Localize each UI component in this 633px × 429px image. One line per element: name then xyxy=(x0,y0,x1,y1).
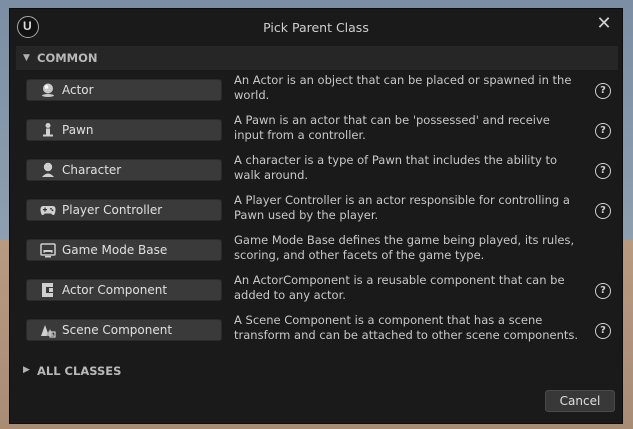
character-description: A character is a type of Pawn that inclu… xyxy=(234,153,557,182)
class-row-scene-component: Scene Component A Scene Component is a c… xyxy=(25,313,615,349)
section-header-label: ALL CLASSES xyxy=(37,364,122,378)
game-mode-base-description: Game Mode Base defines the game being pl… xyxy=(234,233,575,262)
game-mode-icon xyxy=(40,242,56,258)
chevron-right-icon: ▶ xyxy=(23,365,30,375)
pawn-icon xyxy=(40,122,56,138)
actor-description: An Actor is an object that can be placed… xyxy=(234,73,572,102)
actor-component-icon xyxy=(40,282,56,298)
help-icon[interactable]: ? xyxy=(595,323,611,339)
pawn-button-label: Pawn xyxy=(62,123,94,137)
class-row-player-controller: Player Controller A Player Controller is… xyxy=(25,193,615,229)
game-mode-base-button-label: Game Mode Base xyxy=(62,243,168,257)
help-icon[interactable]: ? xyxy=(595,163,611,179)
section-header-all-classes[interactable]: ▶ ALL CLASSES xyxy=(16,359,618,383)
class-row-character: Character A character is a type of Pawn … xyxy=(25,153,615,189)
character-button-label: Character xyxy=(62,163,122,177)
help-icon[interactable]: ? xyxy=(595,203,611,219)
dialog-titlebar[interactable]: U Pick Parent Class ✕ xyxy=(10,9,622,45)
player-controller-button[interactable]: Player Controller xyxy=(26,199,222,221)
pick-parent-class-dialog: U Pick Parent Class ✕ ▼ COMMON Actor An … xyxy=(9,8,623,424)
actor-component-description: An ActorComponent is a reusable componen… xyxy=(234,273,565,302)
character-button[interactable]: Character xyxy=(26,159,222,181)
class-row-game-mode-base: Game Mode Base Game Mode Base defines th… xyxy=(25,233,615,269)
chevron-down-icon: ▼ xyxy=(23,53,30,63)
cancel-button[interactable]: Cancel xyxy=(545,390,615,412)
player-controller-description: A Player Controller is an actor responsi… xyxy=(234,193,570,222)
actor-button-label: Actor xyxy=(62,83,94,97)
character-icon xyxy=(40,162,56,178)
close-icon[interactable]: ✕ xyxy=(592,12,616,36)
scene-component-icon xyxy=(40,322,56,338)
help-icon[interactable]: ? xyxy=(595,83,611,99)
actor-button[interactable]: Actor xyxy=(26,79,222,101)
scene-component-button[interactable]: Scene Component xyxy=(26,319,222,341)
help-icon[interactable]: ? xyxy=(595,283,611,299)
gamepad-icon xyxy=(40,202,56,218)
player-controller-button-label: Player Controller xyxy=(62,203,163,217)
actor-component-button-label: Actor Component xyxy=(62,283,168,297)
pawn-description: A Pawn is an actor that can be 'possesse… xyxy=(234,113,550,142)
scene-component-description: A Scene Component is a component that ha… xyxy=(234,313,579,342)
class-row-actor: Actor An Actor is an object that can be … xyxy=(25,73,615,109)
help-icon[interactable]: ? xyxy=(595,123,611,139)
game-mode-base-button[interactable]: Game Mode Base xyxy=(26,239,222,261)
scene-component-button-label: Scene Component xyxy=(62,323,173,337)
pawn-button[interactable]: Pawn xyxy=(26,119,222,141)
class-row-actor-component: Actor Component An ActorComponent is a r… xyxy=(25,273,615,309)
section-header-common[interactable]: ▼ COMMON xyxy=(16,46,618,70)
class-row-pawn: Pawn A Pawn is an actor that can be 'pos… xyxy=(25,113,615,149)
section-header-label: COMMON xyxy=(37,51,98,65)
actor-component-button[interactable]: Actor Component xyxy=(26,279,222,301)
actor-icon xyxy=(40,82,56,98)
dialog-title: Pick Parent Class xyxy=(263,20,369,35)
